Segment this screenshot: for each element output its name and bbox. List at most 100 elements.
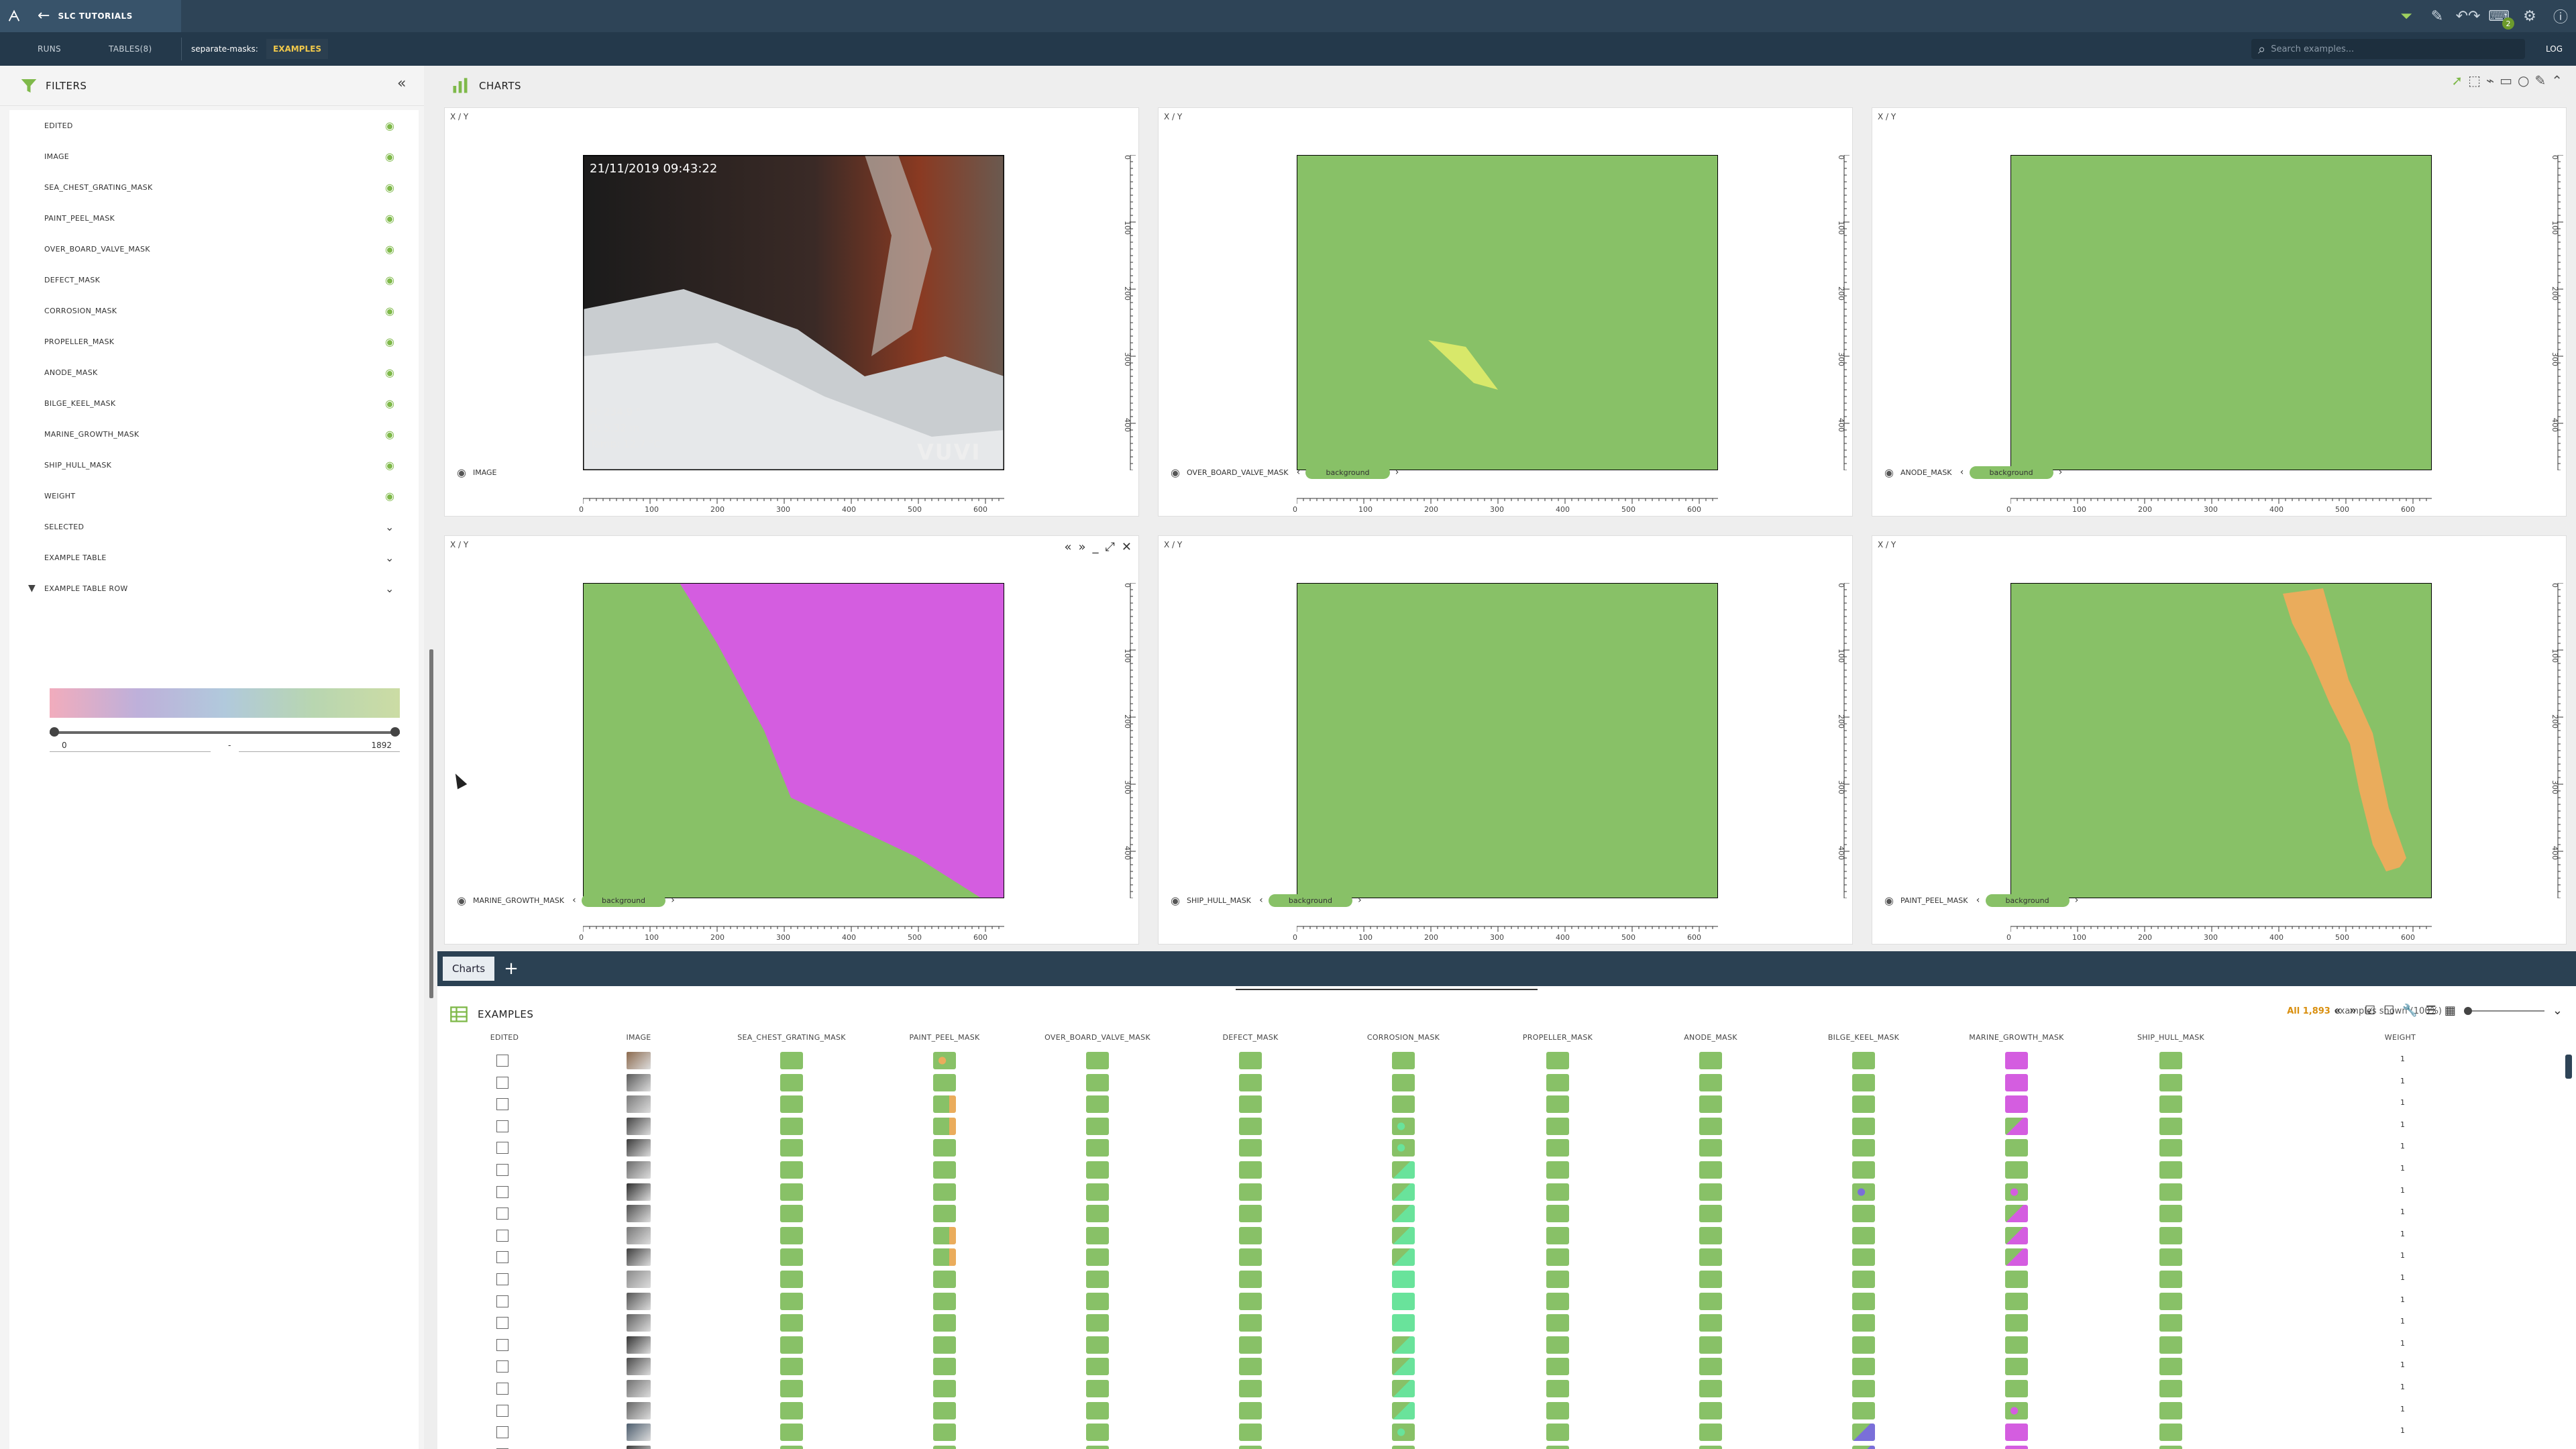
image-thumbnail[interactable]	[627, 1183, 651, 1201]
row-checkbox[interactable]	[496, 1076, 508, 1089]
mask-thumbnail[interactable]	[1086, 1401, 1109, 1419]
row-checkbox[interactable]	[496, 1404, 508, 1417]
mask-thumbnail[interactable]	[933, 1445, 956, 1449]
mask-thumbnail[interactable]	[780, 1314, 803, 1332]
chevron-left-icon[interactable]: ‹	[1293, 467, 1303, 478]
mask-thumbnail[interactable]	[1239, 1358, 1262, 1376]
box-zoom-icon[interactable]: ▭	[2500, 72, 2512, 89]
table-row[interactable]: 1	[437, 1071, 2576, 1093]
mask-thumbnail[interactable]	[1086, 1424, 1109, 1442]
class-selector[interactable]: ‹ background ›	[1974, 894, 2082, 907]
row-checkbox[interactable]	[496, 1229, 508, 1242]
table-row[interactable]: 1	[437, 1377, 2576, 1399]
table-row[interactable]: 1	[437, 1311, 2576, 1334]
mask-thumbnail[interactable]	[1699, 1445, 1722, 1449]
table-row[interactable]: 1	[437, 1181, 2576, 1203]
class-selector[interactable]: ‹ background ›	[570, 894, 678, 907]
mask-thumbnail[interactable]	[933, 1401, 956, 1419]
search-input[interactable]: Search examples...	[2271, 44, 2354, 54]
column-header[interactable]: IMAGE	[626, 1033, 651, 1042]
filter-row[interactable]: EXAMPLE TABLE ⌄	[9, 542, 419, 573]
mask-thumbnail[interactable]	[1239, 1161, 1262, 1179]
row-checkbox[interactable]	[496, 1251, 508, 1264]
mask-thumbnail[interactable]	[1852, 1380, 1875, 1397]
filter-icon[interactable]: ⏷	[2391, 0, 2422, 32]
mask-thumbnail[interactable]	[1546, 1401, 1569, 1419]
filter-row[interactable]: SEA_CHEST_GRATING_MASK ◉	[9, 172, 419, 203]
mask-thumbnail[interactable]	[1086, 1139, 1109, 1157]
mask-thumbnail[interactable]	[2159, 1095, 2182, 1114]
list-view-icon[interactable]: ☰	[2426, 1004, 2436, 1018]
mask-thumbnail[interactable]	[2005, 1358, 2028, 1376]
chevron-left-icon[interactable]: ‹	[1256, 895, 1266, 906]
image-thumbnail[interactable]	[627, 1095, 651, 1114]
row-checkbox[interactable]	[496, 1295, 508, 1307]
mask-thumbnail[interactable]	[780, 1271, 803, 1288]
eye-icon[interactable]: ◉	[385, 274, 394, 286]
mask-thumbnail[interactable]	[1239, 1271, 1262, 1288]
mask-thumbnail[interactable]	[780, 1401, 803, 1419]
mask-thumbnail[interactable]	[2159, 1052, 2182, 1069]
pointer-tool-icon[interactable]: ➚	[2451, 72, 2463, 89]
row-checkbox[interactable]	[496, 1273, 508, 1285]
mask-thumbnail[interactable]	[2005, 1380, 2028, 1397]
chevron-right-icon[interactable]: ›	[2072, 895, 2082, 906]
mask-thumbnail[interactable]	[1699, 1271, 1722, 1288]
mask-thumbnail[interactable]	[1852, 1073, 1875, 1091]
filter-row[interactable]: PROPELLER_MASK ◉	[9, 326, 419, 357]
mask-thumbnail[interactable]	[933, 1095, 956, 1114]
mask-thumbnail[interactable]	[2159, 1292, 2182, 1310]
mask-thumbnail[interactable]	[1852, 1161, 1875, 1179]
filter-row[interactable]: IMAGE ◉	[9, 141, 419, 172]
eye-icon[interactable]: ◉	[385, 119, 394, 132]
mask-thumbnail[interactable]	[1852, 1117, 1875, 1135]
column-header[interactable]: WEIGHT	[2385, 1033, 2416, 1042]
mask-thumbnail[interactable]	[1699, 1095, 1722, 1114]
mask-thumbnail[interactable]	[1699, 1183, 1722, 1201]
mask-thumbnail[interactable]	[1546, 1073, 1569, 1091]
chart-panel[interactable]: X / Y 0 100 200 300 400 0 100 200 300 400 500 600 ◉ OV…	[1158, 107, 1853, 517]
mask-thumbnail[interactable]	[2159, 1117, 2182, 1135]
table-row[interactable]: 1	[437, 1202, 2576, 1224]
mask-thumbnail[interactable]	[1239, 1052, 1262, 1069]
tab-examples[interactable]: EXAMPLES	[266, 39, 328, 59]
filter-row[interactable]: DEFECT_MASK ◉	[9, 264, 419, 295]
mask-thumbnail[interactable]	[1086, 1052, 1109, 1069]
image-thumbnail[interactable]	[627, 1336, 651, 1354]
chart-image[interactable]	[1297, 583, 1718, 898]
resize-handle[interactable]	[1236, 989, 1538, 990]
table-row[interactable]: 1	[437, 1290, 2576, 1312]
eye-icon[interactable]: ◉	[457, 466, 466, 479]
eye-icon[interactable]: ◉	[1884, 894, 1894, 907]
mask-thumbnail[interactable]	[780, 1052, 803, 1069]
column-header[interactable]: MARINE_GROWTH_MASK	[1969, 1033, 2063, 1042]
mask-thumbnail[interactable]	[1239, 1095, 1262, 1114]
search-box[interactable]: ⌕ Search examples...	[2251, 39, 2525, 59]
mask-thumbnail[interactable]	[780, 1292, 803, 1310]
row-checkbox[interactable]	[496, 1055, 508, 1067]
vertical-scrollbar[interactable]	[2565, 1055, 2572, 1079]
mask-thumbnail[interactable]	[2159, 1271, 2182, 1288]
mask-thumbnail[interactable]	[1392, 1292, 1415, 1310]
close-icon[interactable]: ✕	[1122, 540, 1132, 554]
mask-thumbnail[interactable]	[2159, 1073, 2182, 1091]
table-row[interactable]: 1	[437, 1355, 2576, 1377]
mask-thumbnail[interactable]	[933, 1052, 956, 1069]
page-first-icon[interactable]: «	[2334, 1004, 2341, 1018]
row-checkbox[interactable]	[496, 1338, 508, 1351]
chart-image[interactable]	[2010, 583, 2432, 898]
mask-thumbnail[interactable]	[1392, 1401, 1415, 1419]
mask-thumbnail[interactable]	[780, 1183, 803, 1201]
mask-thumbnail[interactable]	[1392, 1380, 1415, 1397]
mask-thumbnail[interactable]	[1699, 1401, 1722, 1419]
tab-tables[interactable]: TABLES(8)	[109, 32, 152, 66]
filter-row[interactable]: BILGE_KEEL_MASK ◉	[9, 388, 419, 419]
mask-thumbnail[interactable]	[933, 1139, 956, 1157]
mask-thumbnail[interactable]	[1086, 1445, 1109, 1449]
mask-thumbnail[interactable]	[1852, 1248, 1875, 1267]
chevron-down-icon[interactable]: ⌄	[385, 582, 394, 595]
chart-image[interactable]	[2010, 155, 2432, 470]
mask-thumbnail[interactable]	[1699, 1226, 1722, 1244]
table-row[interactable]: 1	[437, 1224, 2576, 1246]
chart-panel[interactable]: X / Y 0 100 200 300 400 0 100 200 300 400 500 600 ◉ SH…	[1158, 535, 1853, 945]
